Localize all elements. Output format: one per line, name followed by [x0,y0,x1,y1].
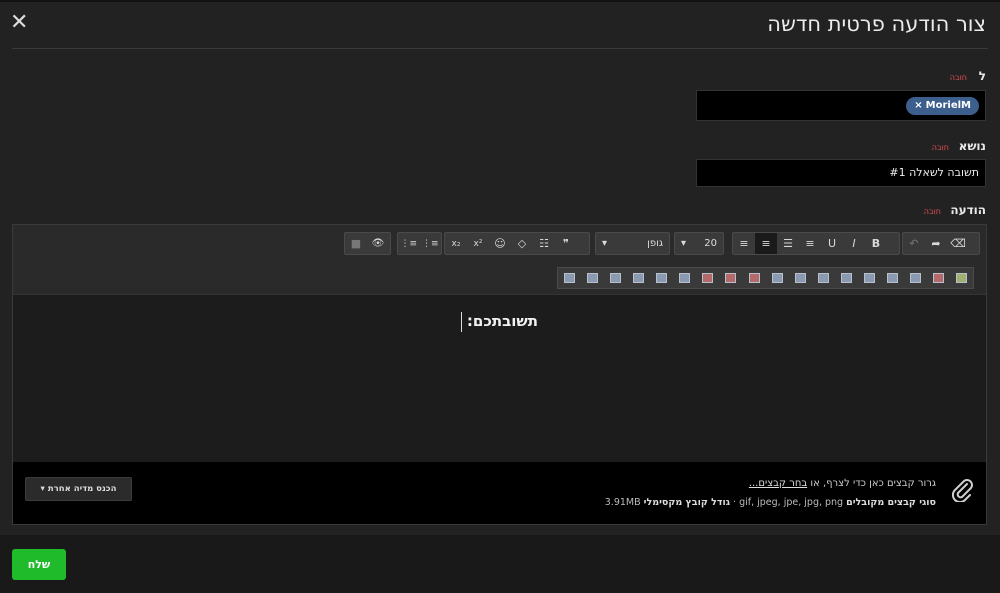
table-tools-group [557,267,974,289]
message-label: הודעה [950,203,986,217]
send-button[interactable]: שלח [12,549,66,580]
table-tool-icon[interactable] [881,268,904,288]
chevron-down-icon: ▾ [602,238,608,249]
font-size-select[interactable]: ▾ 20 [674,232,724,255]
text-caret [461,312,462,332]
recipient-field[interactable]: × MorielM [696,90,986,121]
table-tool-icon[interactable] [627,268,650,288]
subject-required: חובה [931,143,949,152]
drop-hint: גרור קבצים כאן כדי לצרף, או בחר קבצים... [748,478,936,489]
preview-icon[interactable]: 👁 [367,233,389,254]
subscript-icon[interactable]: x₂ [445,233,467,254]
paperclip-icon [951,479,973,502]
list-group: ⋮≡ ⋮≡ [397,232,442,255]
bold-icon[interactable]: B [865,233,887,254]
attachment-area[interactable]: גרור קבצים כאן כדי לצרף, או בחר קבצים...… [13,462,986,524]
table-insert-icon[interactable] [950,268,973,288]
redo-icon[interactable]: ➦ [925,233,947,254]
table-tool-icon[interactable] [858,268,881,288]
table-delete-col-icon[interactable] [719,268,742,288]
table-tool-icon[interactable] [789,268,812,288]
insert-group: x₂ x² ☺ ◇ ☷ ❞ [444,232,590,255]
list-ordered-icon[interactable]: ⋮≡ [398,233,420,254]
to-required: חובה [949,73,967,82]
table-tool-icon[interactable] [673,268,696,288]
close-icon[interactable]: ✕ [10,11,30,35]
table-tool-icon[interactable] [581,268,604,288]
table-tool-icon[interactable] [766,268,789,288]
align-center-icon[interactable]: ≡ [755,233,777,254]
table-tool-icon[interactable] [650,268,673,288]
editor-content[interactable]: תשובתכם: [13,296,986,462]
list-bullet-icon[interactable]: ⋮≡ [420,233,442,254]
table-tool-icon[interactable] [812,268,835,288]
message-editor: ↶ ➦ ⌫ ≡ ≡ ☰ ≡ U I B ▾ 20 ▾ גופן x₂ x² ☺ … [12,224,987,525]
file-limits: סוגי קבצים מקובלים gif, jpeg, jpe, jpg, … [604,497,936,508]
to-label: ל [978,69,986,83]
message-required: חובה [923,207,941,216]
quote-icon[interactable]: ❞ [555,233,577,254]
bbcode-icon[interactable]: ☷ [533,233,555,254]
recipient-name: MorielM [925,100,971,111]
smilie-icon[interactable]: ☺ [489,233,511,254]
chevron-down-icon: ▾ [40,484,45,494]
font-family-value: גופן [647,238,663,249]
table-delete-row-icon[interactable] [696,268,719,288]
superscript-icon[interactable]: x² [467,233,489,254]
format-group: ≡ ≡ ☰ ≡ U I B [732,232,900,255]
justify-icon[interactable]: ☰ [777,233,799,254]
align-right-icon[interactable]: ≡ [799,233,821,254]
table-tool-icon[interactable] [604,268,627,288]
dialog-footer: שלח [0,535,1000,593]
editor-text: תשובתכם: [466,312,538,330]
table-delete-icon[interactable] [927,268,950,288]
undo-icon[interactable]: ↶ [903,233,925,254]
underline-icon[interactable]: U [821,233,843,254]
remove-recipient-icon[interactable]: × [914,97,922,115]
toggle-bbcode-icon[interactable]: ■ [345,233,367,254]
align-left-icon[interactable]: ≡ [733,233,755,254]
font-size-value: 20 [704,238,717,249]
view-group: ■ 👁 [344,232,391,255]
table-delete-cell-icon[interactable] [743,268,766,288]
history-group: ↶ ➦ ⌫ [902,232,980,255]
choose-files-link[interactable]: בחר קבצים... [749,478,807,489]
editor-toolbar: ↶ ➦ ⌫ ≡ ≡ ☰ ≡ U I B ▾ 20 ▾ גופן x₂ x² ☺ … [13,225,986,263]
subject-input[interactable]: תשובה לשאלה #1 [696,159,986,187]
italic-icon[interactable]: I [843,233,865,254]
table-tool-icon[interactable] [835,268,858,288]
new-message-dialog: צור הודעה פרטית חדשה ✕ ל חובה × MorielM … [0,2,1000,535]
insert-media-button[interactable]: הכנס מדיה אחרת ▾ [25,477,132,501]
table-tool-icon[interactable] [904,268,927,288]
recipient-chip[interactable]: × MorielM [906,97,979,115]
clear-formatting-icon[interactable]: ⌫ [947,233,969,254]
code-icon[interactable]: ◇ [511,233,533,254]
chevron-down-icon: ▾ [681,238,687,249]
dialog-title: צור הודעה פרטית חדשה [767,12,986,36]
subject-label: נושא [958,139,986,153]
title-divider [12,48,988,49]
font-family-select[interactable]: ▾ גופן [595,232,670,255]
table-tool-icon[interactable] [558,268,581,288]
